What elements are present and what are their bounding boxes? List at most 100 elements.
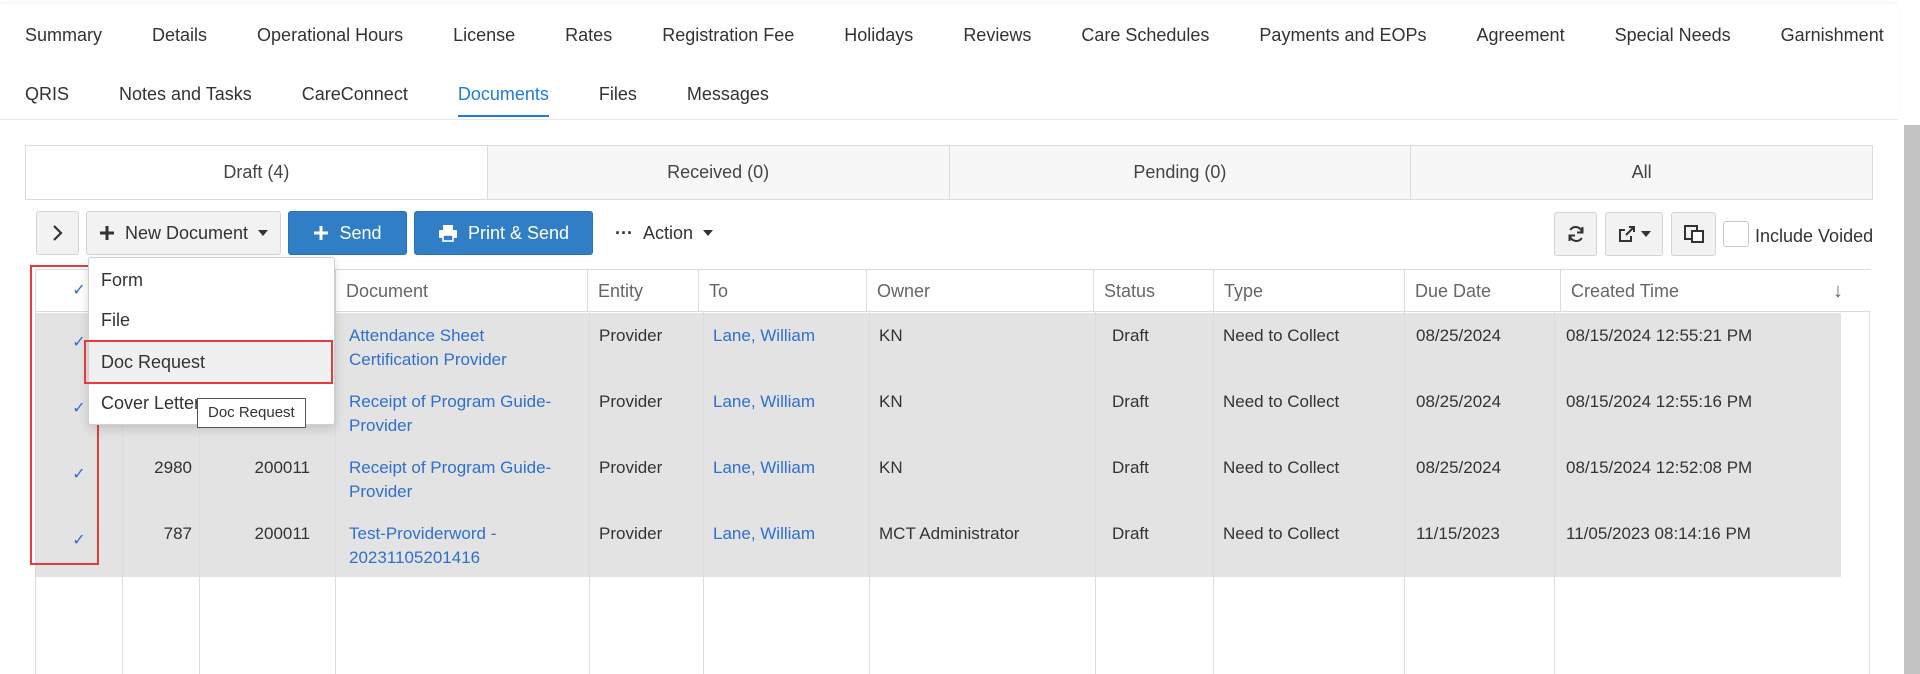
ellipsis-icon: ··· — [614, 222, 633, 243]
status-cell: Draft — [1112, 392, 1149, 411]
column-divider — [1095, 312, 1096, 674]
nav-details[interactable]: Details — [127, 15, 232, 55]
include-voided-checkbox[interactable] — [1723, 221, 1749, 247]
nav-operational-hours[interactable]: Operational Hours — [232, 15, 428, 55]
owner-cell: MCT Administrator — [879, 524, 1020, 543]
nav-license[interactable]: License — [428, 15, 540, 55]
tab-received[interactable]: Received (0) — [486, 146, 949, 199]
column-divider — [869, 312, 870, 674]
type-cell: Need to Collect — [1223, 326, 1340, 345]
status-cell: Draft — [1112, 524, 1149, 543]
print-send-label: Print & Send — [467, 222, 570, 243]
due-date-cell: 08/25/2024 — [1416, 392, 1502, 411]
column-chooser-button[interactable] — [1671, 212, 1716, 256]
columns-icon — [1683, 225, 1704, 243]
to-link[interactable]: Lane, William — [713, 324, 815, 348]
document-link[interactable]: Attendance Sheet — [349, 324, 484, 348]
entity-cell: Provider — [599, 326, 663, 345]
tab-pending[interactable]: Pending (0) — [948, 146, 1411, 199]
nav-agreement[interactable]: Agreement — [1452, 15, 1590, 55]
nav-summary[interactable]: Summary — [0, 15, 127, 55]
nav-qris[interactable]: QRIS — [0, 74, 94, 114]
nav-row-2: QRIS Notes and Tasks CareConnect Documen… — [0, 74, 794, 117]
nav-files[interactable]: Files — [574, 74, 662, 114]
expand-panel-button[interactable] — [36, 211, 79, 255]
new-document-button[interactable]: New Document — [86, 211, 281, 255]
new-document-label: New Document — [124, 222, 249, 243]
document-status-tabs: Draft (4) Received (0) Pending (0) All — [25, 145, 1873, 200]
send-label: Send — [339, 222, 382, 243]
status-cell: Draft — [1112, 326, 1149, 345]
header-to[interactable]: To — [698, 270, 866, 312]
header-created-time[interactable]: Created Time — [1560, 270, 1871, 312]
refresh-icon — [1568, 226, 1583, 242]
document-link[interactable]: Test-Providerword - — [349, 522, 496, 546]
header-owner[interactable]: Owner — [866, 270, 1093, 312]
header-type[interactable]: Type — [1213, 270, 1404, 312]
owner-cell: KN — [879, 392, 903, 411]
id-cell: 2980 — [154, 458, 192, 477]
nav-holidays[interactable]: Holidays — [819, 15, 938, 55]
column-divider — [1554, 312, 1555, 674]
entity-cell: Provider — [599, 458, 663, 477]
export-button[interactable] — [1605, 212, 1663, 256]
nav-careconnect[interactable]: CareConnect — [277, 74, 433, 114]
header-due-date[interactable]: Due Date — [1404, 270, 1560, 312]
menu-item-file[interactable]: File — [89, 300, 334, 341]
created-time-cell: 08/15/2024 12:52:08 PM — [1566, 458, 1753, 477]
menu-item-form[interactable]: Form — [89, 260, 334, 301]
document-link[interactable]: Receipt of Program Guide- — [349, 390, 551, 414]
header-entity[interactable]: Entity — [587, 270, 698, 312]
table-row[interactable]: ✓ 787 200011 Test-Providerword - 2023110… — [36, 511, 1841, 577]
nav-messages[interactable]: Messages — [662, 74, 794, 114]
document-link-line2[interactable]: Certification Provider — [349, 348, 507, 372]
type-cell: Need to Collect — [1223, 458, 1340, 477]
type-cell: Need to Collect — [1223, 524, 1340, 543]
document-link-line2[interactable]: 20231105201416 — [349, 546, 480, 570]
nav-special-needs[interactable]: Special Needs — [1590, 15, 1756, 55]
id-cell: 787 — [163, 524, 192, 543]
tab-draft[interactable]: Draft (4) — [26, 146, 487, 199]
nav-documents[interactable]: Documents — [433, 74, 574, 117]
nav-rates[interactable]: Rates — [540, 15, 637, 55]
include-voided-label: Include Voided — [1755, 226, 1874, 246]
nav-registration-fee[interactable]: Registration Fee — [637, 15, 819, 55]
caret-down-icon — [258, 230, 269, 236]
document-link-line2[interactable]: Provider — [349, 480, 412, 504]
nav-row-1: Summary Details Operational Hours Licens… — [0, 15, 1909, 55]
print-send-button[interactable]: Print & Send — [414, 211, 593, 255]
plus-icon — [99, 226, 114, 240]
arrow-down-icon[interactable]: ↓ — [1833, 280, 1843, 303]
document-link-line2[interactable]: Provider — [349, 414, 412, 438]
header-document[interactable]: Document — [335, 270, 587, 312]
table-row[interactable]: ✓ 2980 200011 Receipt of Program Guide- … — [36, 445, 1841, 511]
nav-care-schedules[interactable]: Care Schedules — [1056, 15, 1234, 55]
entity-cell: Provider — [599, 392, 663, 411]
send-button[interactable]: Send — [288, 211, 407, 255]
due-date-cell: 11/15/2023 — [1416, 524, 1500, 543]
caret-down-icon — [703, 230, 713, 236]
column-divider — [1213, 312, 1214, 674]
tooltip: Doc Request — [197, 398, 306, 428]
action-menu-button[interactable]: ··· Action — [604, 211, 724, 255]
owner-cell: KN — [879, 458, 903, 477]
document-link[interactable]: Receipt of Program Guide- — [349, 456, 551, 480]
nav-notes-tasks[interactable]: Notes and Tasks — [94, 74, 277, 114]
provider-nav: Summary Details Operational Hours Licens… — [0, 4, 1898, 120]
type-cell: Need to Collect — [1223, 392, 1340, 411]
nav-payments-eops[interactable]: Payments and EOPs — [1234, 15, 1451, 55]
to-link[interactable]: Lane, William — [713, 522, 815, 546]
column-divider — [589, 312, 590, 674]
vertical-scrollbar[interactable] — [1904, 125, 1920, 674]
export-icon — [1619, 226, 1635, 242]
tab-all[interactable]: All — [1410, 146, 1872, 199]
to-link[interactable]: Lane, William — [713, 390, 815, 414]
code-cell: 200011 — [254, 458, 310, 477]
refresh-button[interactable] — [1554, 212, 1597, 256]
nav-garnishment[interactable]: Garnishment — [1756, 15, 1909, 55]
to-link[interactable]: Lane, William — [713, 456, 815, 480]
header-status[interactable]: Status — [1093, 270, 1213, 312]
entity-cell: Provider — [599, 524, 663, 543]
caret-down-icon — [1641, 231, 1651, 237]
nav-reviews[interactable]: Reviews — [938, 15, 1056, 55]
